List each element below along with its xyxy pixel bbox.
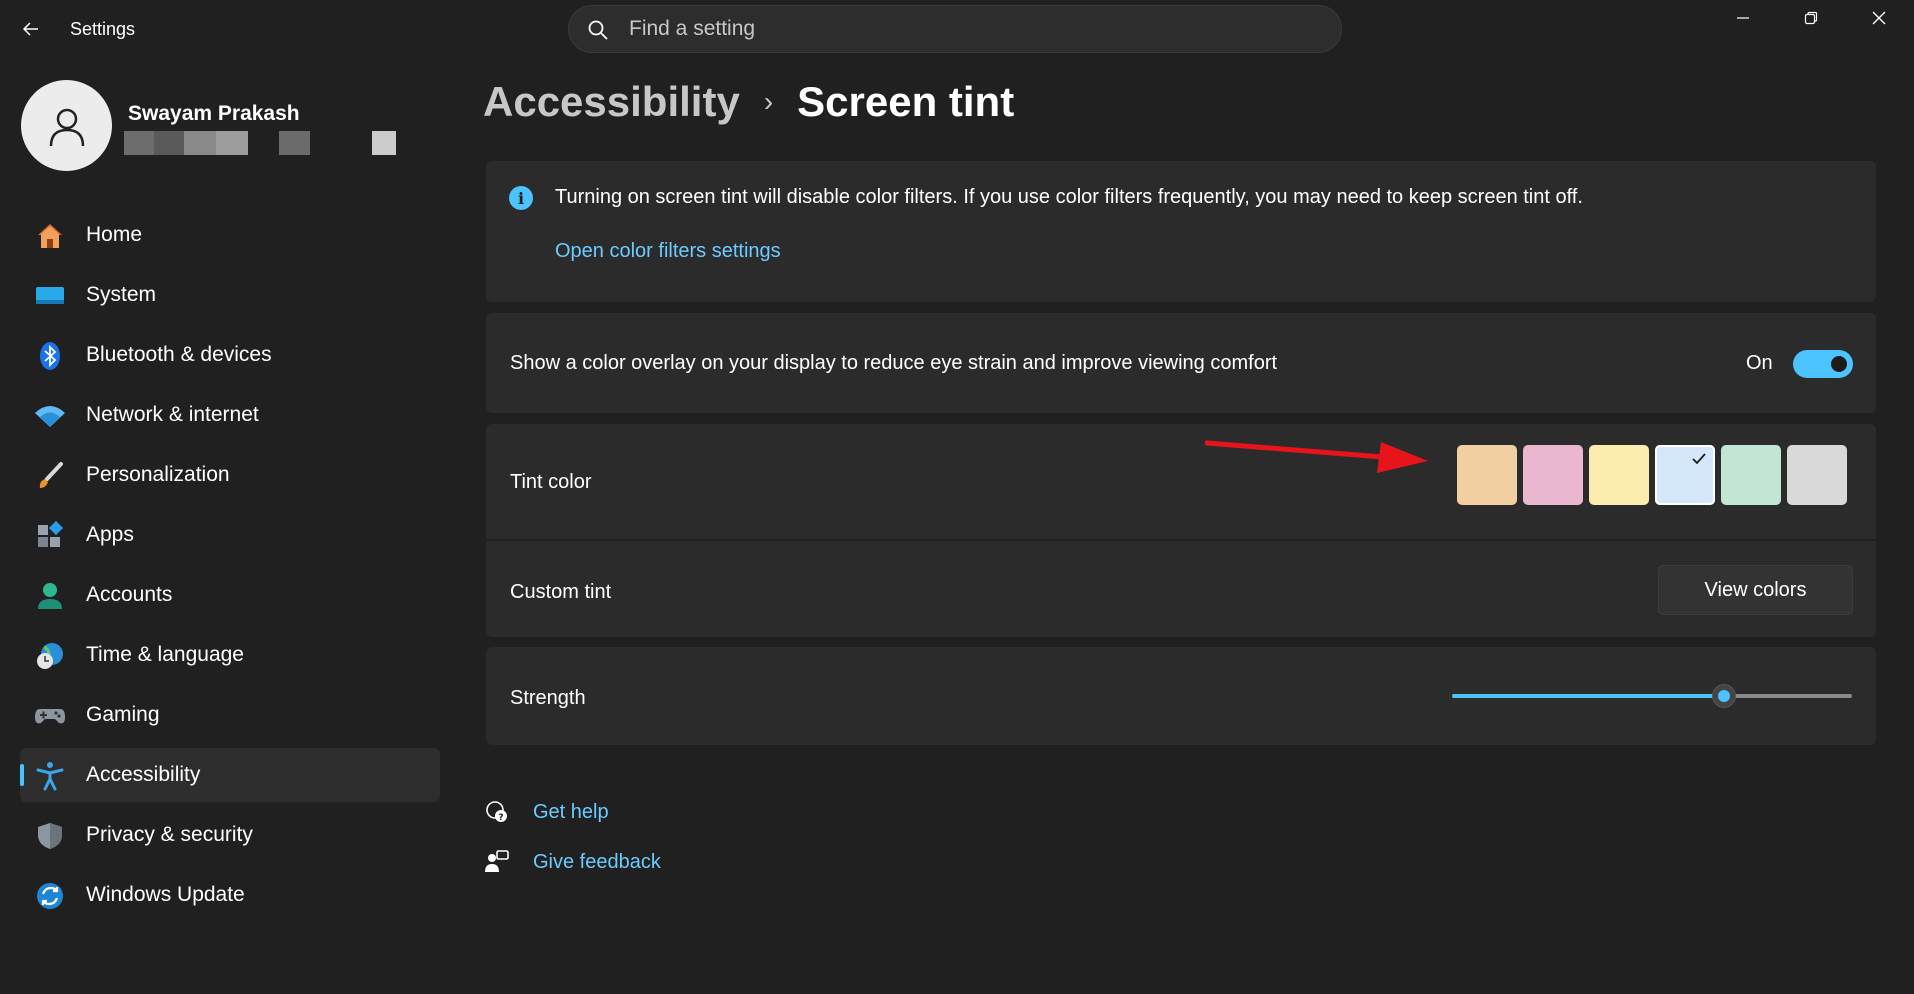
home-icon — [34, 220, 66, 252]
wifi-icon — [34, 400, 66, 432]
title-bar: Settings — [0, 0, 1914, 58]
sidebar-item-system[interactable]: System — [20, 268, 440, 322]
open-color-filters-link[interactable]: Open color filters settings — [555, 240, 781, 263]
back-button[interactable] — [14, 12, 48, 46]
overlay-label: Show a color overlay on your display to … — [510, 352, 1278, 374]
view-colors-button[interactable]: View colors — [1658, 565, 1853, 615]
close-button[interactable] — [1846, 0, 1912, 36]
give-feedback-link[interactable]: Give feedback — [533, 851, 661, 874]
sidebar-item-bluetooth[interactable]: Bluetooth & devices — [20, 328, 440, 382]
slider-fill — [1452, 694, 1724, 698]
svg-text:?: ? — [498, 813, 503, 823]
toggle-state-text: On — [1746, 352, 1773, 374]
sidebar-item-label: Windows Update — [86, 883, 245, 906]
gamepad-icon — [34, 700, 66, 732]
app-title: Settings — [70, 19, 136, 39]
sidebar-item-network[interactable]: Network & internet — [20, 388, 440, 442]
checkmark-icon — [1692, 453, 1706, 465]
slider-thumb-inner — [1718, 690, 1730, 702]
sidebar-item-label: Network & internet — [86, 403, 259, 426]
close-icon — [1872, 11, 1886, 25]
shield-icon — [34, 820, 66, 852]
sidebar-item-label: Privacy & security — [86, 823, 253, 846]
tint-swatch[interactable] — [1787, 445, 1847, 505]
sidebar-item-time-language[interactable]: Time & language — [20, 628, 440, 682]
search-icon — [588, 20, 608, 40]
user-icon — [49, 108, 84, 146]
sidebar-item-accounts[interactable]: Accounts — [20, 568, 440, 622]
time-language-icon — [34, 640, 66, 672]
feedback-icon — [483, 848, 511, 876]
brush-icon — [34, 460, 66, 492]
tint-swatch[interactable] — [1457, 445, 1517, 505]
back-arrow-icon — [22, 22, 38, 36]
sidebar-item-home[interactable]: Home — [20, 208, 440, 262]
apps-icon — [34, 520, 66, 552]
sidebar-item-label: Bluetooth & devices — [86, 343, 272, 366]
bluetooth-icon — [34, 340, 66, 372]
accessibility-icon — [34, 760, 66, 792]
info-text: Turning on screen tint will disable colo… — [555, 186, 1583, 208]
sidebar-item-label: Accessibility — [86, 763, 201, 786]
update-icon — [34, 880, 66, 912]
strength-slider[interactable] — [1452, 684, 1852, 708]
active-indicator — [20, 764, 24, 786]
sidebar-item-apps[interactable]: Apps — [20, 508, 440, 562]
minimize-icon — [1737, 17, 1749, 19]
breadcrumb-parent[interactable]: Accessibility — [483, 78, 740, 126]
page-title: Screen tint — [797, 78, 1015, 125]
custom-tint-label: Custom tint — [510, 581, 612, 603]
overlay-setting-card: Show a color overlay on your display to … — [486, 313, 1876, 413]
sidebar-nav: Home System Bluetooth & devices Network … — [20, 208, 440, 928]
sidebar-item-windows-update[interactable]: Windows Update — [20, 868, 440, 922]
sidebar-item-label: Gaming — [86, 703, 160, 726]
help-chat-icon: ? — [483, 798, 511, 826]
give-feedback-row[interactable]: Give feedback — [483, 848, 661, 876]
toggle-knob — [1831, 356, 1847, 372]
sidebar-item-label: Apps — [86, 523, 134, 546]
tint-swatch[interactable] — [1721, 445, 1781, 505]
sidebar-item-personalization[interactable]: Personalization — [20, 448, 440, 502]
system-icon — [34, 280, 66, 312]
info-icon: i — [509, 186, 533, 210]
sidebar-item-privacy[interactable]: Privacy & security — [20, 808, 440, 862]
sidebar-item-label: System — [86, 283, 157, 306]
sidebar-item-label: Personalization — [86, 463, 230, 486]
get-help-row[interactable]: ? Get help — [483, 798, 609, 826]
sidebar-item-accessibility[interactable]: Accessibility — [20, 748, 440, 802]
restore-button[interactable] — [1778, 0, 1844, 36]
tint-swatch[interactable] — [1655, 445, 1715, 505]
restore-icon — [1804, 11, 1818, 25]
avatar[interactable] — [21, 80, 112, 171]
sidebar-item-label: Time & language — [86, 643, 244, 666]
accounts-icon — [34, 580, 66, 612]
search-box[interactable] — [568, 5, 1342, 53]
search-input[interactable] — [629, 14, 1309, 44]
sidebar-item-label: Accounts — [86, 583, 173, 606]
tint-color-label: Tint color — [510, 471, 592, 493]
chevron-right-icon: › — [763, 86, 774, 117]
sidebar-item-gaming[interactable]: Gaming — [20, 688, 440, 742]
info-card: i Turning on screen tint will disable co… — [486, 161, 1876, 302]
get-help-link[interactable]: Get help — [533, 801, 609, 824]
breadcrumb: Accessibility › Screen tint — [483, 78, 1014, 126]
profile-name: Swayam Prakash — [128, 102, 300, 125]
minimize-button[interactable] — [1710, 0, 1776, 36]
tint-swatch[interactable] — [1523, 445, 1583, 505]
sidebar-item-label: Home — [86, 223, 143, 246]
strength-label: Strength — [510, 687, 586, 709]
slider-thumb[interactable] — [1712, 684, 1736, 708]
annotation-arrow-icon — [1205, 440, 1428, 473]
overlay-toggle[interactable] — [1793, 350, 1853, 378]
tint-swatch[interactable] — [1589, 445, 1649, 505]
